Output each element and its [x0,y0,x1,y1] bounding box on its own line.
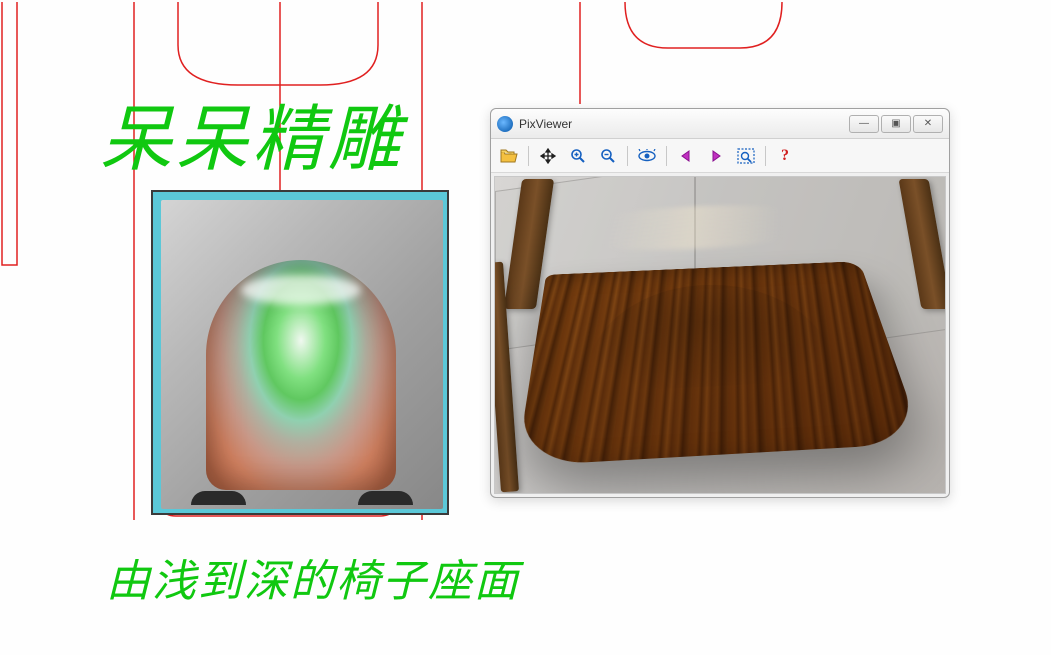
window-title: PixViewer [519,117,849,131]
watermark-title: 呆呆精雕 [100,80,404,185]
titlebar[interactable]: PixViewer — ▣ ✕ [491,109,949,139]
open-file-button[interactable] [497,144,521,168]
zoom-out-button[interactable] [596,144,620,168]
image-viewport[interactable] [494,176,946,494]
zoom-fit-icon [737,148,755,164]
app-icon [497,116,513,132]
minimize-button[interactable]: — [849,115,879,133]
view-button[interactable] [635,144,659,168]
zoom-fit-button[interactable] [734,144,758,168]
zoom-in-button[interactable] [566,144,590,168]
toolbar: ? [491,139,949,173]
move-icon [540,148,556,164]
open-folder-icon [500,148,518,164]
wooden-chair-seat [516,261,923,466]
eye-icon [637,149,657,163]
close-button[interactable]: ✕ [913,115,943,133]
pixviewer-window[interactable]: PixViewer — ▣ ✕ [490,108,950,498]
next-button[interactable] [704,144,728,168]
zoom-out-icon [600,148,616,164]
caption-text: 由浅到深的椅子座面 [106,545,520,609]
window-controls: — ▣ ✕ [849,115,943,133]
arrow-right-icon [709,149,723,163]
relief-render-preview [151,190,449,515]
chair-notch-left [191,491,246,505]
pan-button[interactable] [536,144,560,168]
prev-button[interactable] [674,144,698,168]
help-button[interactable]: ? [773,144,797,168]
chair-notch-right [358,491,413,505]
help-icon: ? [781,147,789,165]
zoom-in-icon [570,148,586,164]
maximize-button[interactable]: ▣ [881,115,911,133]
seat-block-surface [161,200,443,509]
arrow-left-icon [679,149,693,163]
